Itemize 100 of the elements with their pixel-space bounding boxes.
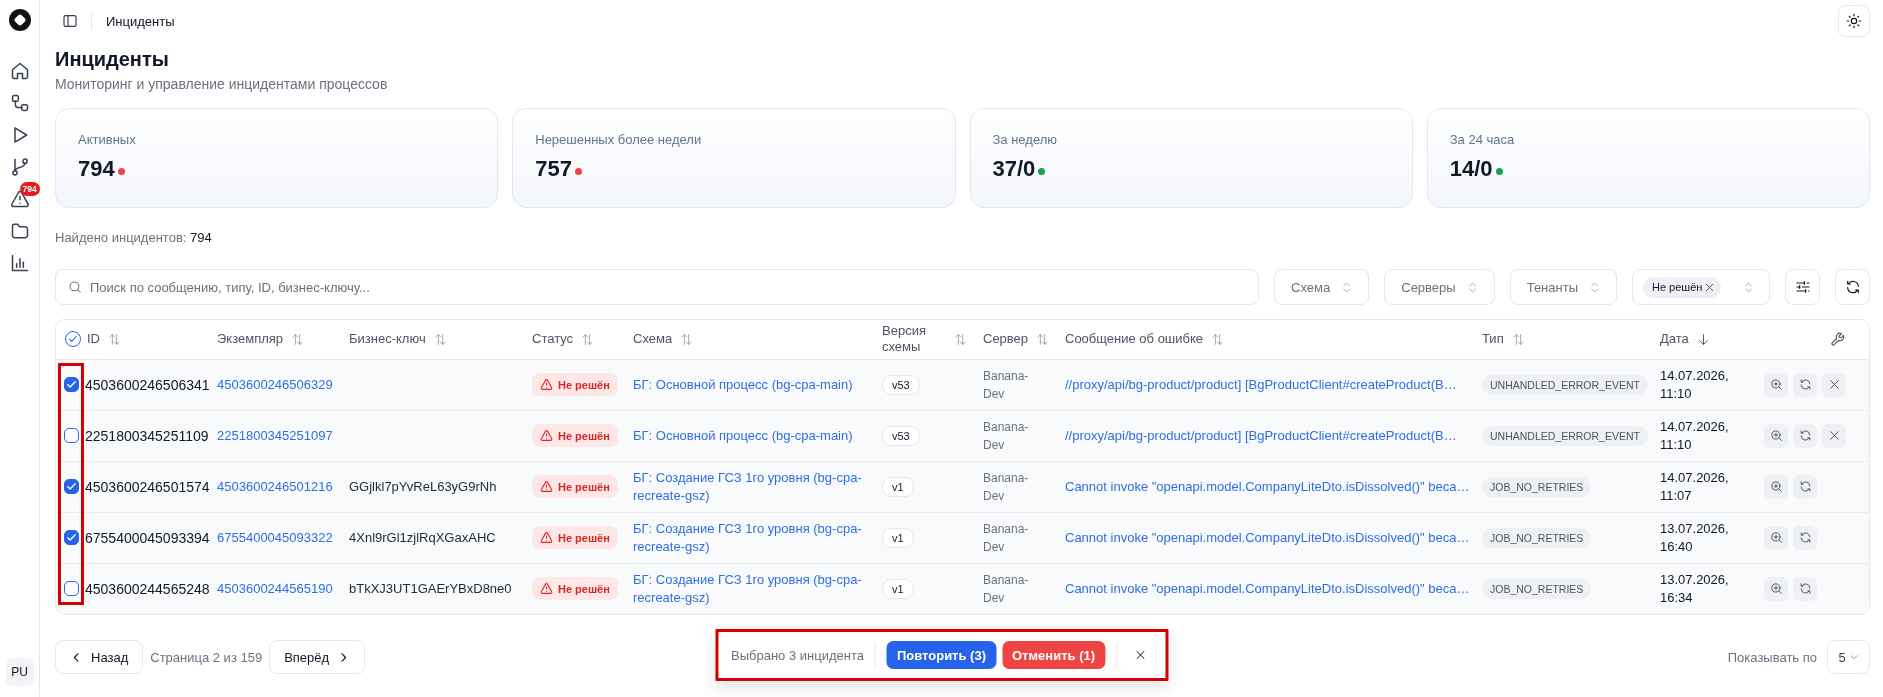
zoom-in-icon <box>1769 531 1783 544</box>
stat-value: 757 <box>535 155 572 183</box>
branch-icon[interactable] <box>9 157 30 177</box>
page-info: Страница 2 из 159 <box>150 649 263 665</box>
column-header[interactable]: Статус <box>532 331 574 348</box>
column-header[interactable]: Бизнес-ключ <box>349 331 426 348</box>
server-name: Banana-Dev <box>983 367 1030 403</box>
type-badge: UNHANDLED_ERROR_EVENT <box>1482 374 1648 395</box>
retry-button[interactable] <box>1793 423 1817 448</box>
retry-selected-button[interactable]: Повторить (3) <box>886 641 996 669</box>
filter-select[interactable]: Серверы <box>1384 269 1495 305</box>
stat-label: Активных <box>78 131 137 149</box>
status-text: Не решён <box>558 378 610 391</box>
version-badge: v53 <box>882 374 920 395</box>
incident-date: 14.07.2026, 11:10 <box>1660 417 1730 454</box>
status-text: Не решён <box>558 429 610 442</box>
filter-select[interactable]: Схема <box>1274 269 1370 305</box>
status-filter[interactable]: Не решён <box>1632 269 1770 305</box>
page-size-label: Показывать по <box>1727 649 1817 665</box>
retry-button[interactable] <box>1793 474 1817 499</box>
retry-button[interactable] <box>1793 525 1817 550</box>
inspect-button[interactable] <box>1764 474 1788 499</box>
column-header[interactable]: Экземпляр <box>217 331 284 348</box>
inspect-button[interactable] <box>1764 576 1788 601</box>
type-badge: UNHANDLED_ERROR_EVENT <box>1482 425 1648 446</box>
version-badge: v53 <box>882 425 920 446</box>
column-header[interactable]: Версия схемы <box>882 323 942 356</box>
search-icon <box>68 280 82 294</box>
sun-icon <box>1846 13 1862 29</box>
refresh-button[interactable] <box>1835 269 1870 305</box>
row-checkbox[interactable] <box>64 530 79 545</box>
incident-id: 4503600244565248 <box>85 580 210 597</box>
sliders-icon <box>1794 279 1811 295</box>
nodes-icon[interactable] <box>9 93 30 113</box>
warning-icon <box>540 429 553 442</box>
column-header[interactable]: Сервер <box>983 331 1029 348</box>
page-title: Инциденты <box>55 47 170 72</box>
zoom-in-icon <box>1769 582 1783 596</box>
row-checkbox[interactable] <box>64 479 79 494</box>
incident-date: 14.07.2026, 11:07 <box>1660 468 1730 505</box>
version-badge: v1 <box>882 476 914 497</box>
status-text: Не решён <box>558 582 610 595</box>
row-checkbox[interactable] <box>64 428 79 443</box>
next-page-button[interactable]: Вперёд <box>269 640 366 674</box>
column-header[interactable]: Схема <box>633 331 673 348</box>
cancel-button[interactable] <box>1822 372 1846 397</box>
retry-button[interactable] <box>1793 576 1817 601</box>
bar-chart-icon[interactable] <box>9 253 30 273</box>
row-checkbox[interactable] <box>64 377 79 392</box>
wrench-icon[interactable] <box>1830 332 1845 348</box>
business-key: GGjlkl7pYvReL63yG9rNh <box>349 479 497 494</box>
cancel-selected-button[interactable]: Отменить (1) <box>1002 641 1105 669</box>
page-subtitle: Мониторинг и управление инцидентами процессов <box>55 75 389 94</box>
warning-icon <box>540 378 553 391</box>
column-header[interactable]: Сообщение об ошибке <box>1065 331 1204 348</box>
refresh-icon <box>1798 531 1812 544</box>
incident-id: 4503600246501574 <box>85 478 210 495</box>
cancel-button[interactable] <box>1822 423 1846 448</box>
row-checkbox[interactable] <box>64 581 79 597</box>
filter-select[interactable]: Тенанты <box>1509 269 1617 305</box>
inspect-button[interactable] <box>1764 525 1788 550</box>
settings-button[interactable] <box>1785 269 1820 305</box>
previous-page-button[interactable]: Назад <box>55 640 144 674</box>
found-count: 794 <box>190 230 212 245</box>
type-badge: JOB_NO_RETRIES <box>1482 476 1592 497</box>
inspect-button[interactable] <box>1764 372 1788 397</box>
selection-count: Выбрано 3 инцидента <box>731 647 864 663</box>
breadcrumb: Инциденты <box>106 13 175 29</box>
search-field[interactable]: Поиск по сообщению, типу, ID, бизнес-ключу... <box>55 269 1260 305</box>
sidebar-panel-icon[interactable] <box>62 13 78 29</box>
incident-id: 2251800345251109 <box>85 427 209 444</box>
column-header[interactable]: ID <box>87 331 100 348</box>
retry-button[interactable] <box>1793 372 1817 397</box>
folder-icon[interactable] <box>9 221 30 241</box>
zoom-in-icon <box>1769 480 1783 493</box>
incident-id: 4503600246506341 <box>85 376 210 393</box>
chevrons-icon <box>1588 280 1601 294</box>
warning-icon <box>540 480 553 493</box>
filter-chip[interactable]: Не решён <box>1643 276 1722 298</box>
user-avatar[interactable]: PU <box>5 658 34 686</box>
close-icon <box>1827 378 1841 391</box>
column-header[interactable]: Тип <box>1482 331 1504 348</box>
business-key: 4Xnl9rGl1zjlRqXGaxAHC <box>349 530 496 545</box>
close-icon <box>1827 429 1841 442</box>
page-size-select[interactable]: 5 <box>1827 640 1870 674</box>
arrow-down-icon[interactable] <box>1696 332 1710 346</box>
check-icon <box>68 334 78 345</box>
home-icon[interactable] <box>9 61 30 81</box>
close-icon <box>1134 649 1146 661</box>
theme-toggle-button[interactable] <box>1838 5 1870 37</box>
logo-icon[interactable] <box>8 9 31 31</box>
select-all-checkbox[interactable] <box>65 331 81 348</box>
incident-date: 14.07.2026, 11:10 <box>1660 366 1730 403</box>
check-icon <box>66 379 77 390</box>
inspect-button[interactable] <box>1764 423 1788 448</box>
type-badge: JOB_NO_RETRIES <box>1482 527 1592 548</box>
column-header[interactable]: Дата <box>1660 331 1689 348</box>
zoom-in-icon <box>1769 429 1783 442</box>
incident-date: 13.07.2026, 16:34 <box>1660 570 1730 607</box>
found-label: Найдено инцидентов: <box>55 230 187 245</box>
